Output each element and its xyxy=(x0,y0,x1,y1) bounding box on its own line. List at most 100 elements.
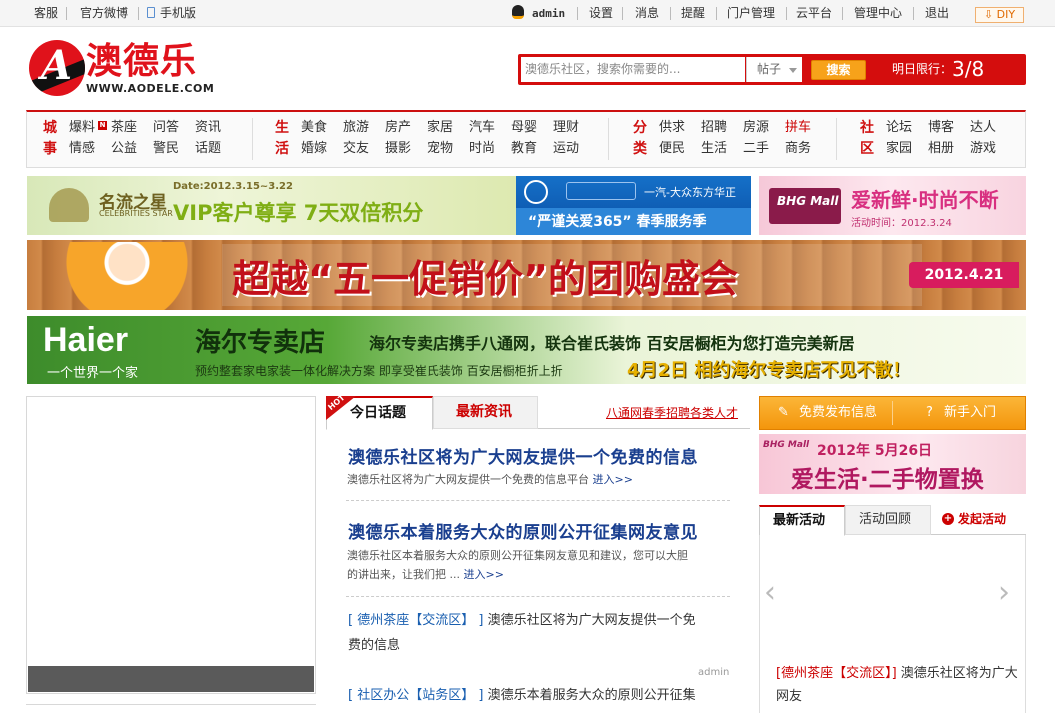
nav-link-pinche[interactable]: 拼车 xyxy=(785,118,811,138)
nav-link-daren[interactable]: 达人 xyxy=(970,118,996,138)
link-messages[interactable]: 消息 xyxy=(635,0,659,27)
link-settings[interactable]: 设置 xyxy=(589,0,613,27)
tab-latest-activity[interactable]: 最新活动 xyxy=(759,505,845,536)
divider xyxy=(622,7,623,20)
nav-link-chazuo[interactable]: 茶座 xyxy=(111,118,137,138)
list-item[interactable]: [ 社区办公【站务区】 ] 澳德乐本着服务大众的原则公开征集 xyxy=(348,683,730,708)
download-arrow-icon: ⇩ xyxy=(983,8,994,21)
search-type-select[interactable]: 帖子 xyxy=(746,57,802,82)
nav-link-shenghuo[interactable]: 生活 xyxy=(701,139,727,159)
phone-icon xyxy=(147,0,157,27)
nav-group-title: 社 xyxy=(860,120,874,136)
model-image xyxy=(57,242,197,310)
banner-vw-service[interactable]: 一汽-大众东方华正 “严谨关爱365” 春季服务季 xyxy=(516,176,751,235)
left-bottom-box xyxy=(26,704,316,713)
nav-group-title: 类 xyxy=(633,141,647,157)
divider xyxy=(786,7,787,20)
nav-link-huati[interactable]: 话题 xyxy=(195,139,221,159)
divider xyxy=(608,118,609,160)
link-mobile[interactable]: 手机版 xyxy=(160,0,196,27)
logo-icon[interactable]: A xyxy=(29,40,85,96)
nav-link-fangchan[interactable]: 房产 xyxy=(385,118,411,138)
nav-link-jiayuan[interactable]: 家园 xyxy=(886,139,912,159)
publish-button[interactable]: 免费发布信息 xyxy=(799,396,877,430)
headline-summary: 澳德乐社区本着服务大众的原则公开征集网友意见和建议，您可以大胆 xyxy=(347,549,688,562)
headline-title[interactable]: 澳德乐社区将为广大网友提供一个免费的信息 xyxy=(348,443,698,468)
divider xyxy=(836,118,837,160)
link-admin-center[interactable]: 管理中心 xyxy=(854,0,902,27)
vw-logo-icon xyxy=(524,180,548,204)
nav-link-shangwu[interactable]: 商务 xyxy=(785,139,811,159)
nav-link-fangyuan[interactable]: 房源 xyxy=(743,118,769,138)
nav-link-lvyou[interactable]: 旅游 xyxy=(343,118,369,138)
nav-link-jiaju[interactable]: 家居 xyxy=(427,118,453,138)
banner-group-buy[interactable]: 超越“五一促销价”的团购盛会 2012.4.21 xyxy=(27,240,1026,310)
divider xyxy=(577,7,578,20)
logo-url: WWW.AODELE.COM xyxy=(86,82,215,95)
nav-link-youxi[interactable]: 游戏 xyxy=(970,139,996,159)
nav-link-xiangce[interactable]: 相册 xyxy=(928,139,954,159)
divider xyxy=(842,7,843,20)
nav-link-ershou[interactable]: 二手 xyxy=(743,139,769,159)
tab-activity-review[interactable]: 活动回顾 xyxy=(845,505,931,535)
link-weibo[interactable]: 官方微博 xyxy=(80,0,128,27)
divider xyxy=(138,7,139,20)
nav-link-qinggan[interactable]: 情感 xyxy=(69,139,95,159)
nav-link-hunjia[interactable]: 婚嫁 xyxy=(301,139,327,159)
nav-link-qiche[interactable]: 汽车 xyxy=(469,118,495,138)
banner-celebrities-star[interactable]: 名流之星 CELEBRITIES STAR Date:2012.3.15~3.2… xyxy=(27,176,517,235)
nav-link-gongqiu[interactable]: 供求 xyxy=(659,118,685,138)
traffic-limit-label: 明日限行： xyxy=(892,62,953,76)
nav-link-jiaoyou[interactable]: 交友 xyxy=(343,139,369,159)
start-activity-button[interactable]: 发起活动 xyxy=(958,505,1006,533)
nav-link-zhaopin[interactable]: 招聘 xyxy=(701,118,727,138)
link-cloud[interactable]: 云平台 xyxy=(796,0,832,27)
recruit-link[interactable]: 八通网春季招聘各类人才 xyxy=(606,404,738,421)
nav-link-muying[interactable]: 母婴 xyxy=(511,118,537,138)
divider xyxy=(252,118,253,160)
pencil-icon: ✎ xyxy=(778,405,789,420)
search-input[interactable]: 澳德乐社区，搜索你需要的... xyxy=(521,57,745,82)
chevron-right-icon[interactable]: › xyxy=(998,575,1010,610)
nav-link-bianmin[interactable]: 便民 xyxy=(659,139,685,159)
nav-link-meishi[interactable]: 美食 xyxy=(301,118,327,138)
nav-link-licai[interactable]: 理财 xyxy=(553,118,579,138)
divider xyxy=(346,596,730,597)
nav-link-jiaoyu[interactable]: 教育 xyxy=(511,139,537,159)
nav-link-shishang[interactable]: 时尚 xyxy=(469,139,495,159)
activity-item[interactable]: [德州茶座【交流区】] 澳德乐社区将为广大网友 xyxy=(776,662,1021,708)
nav-link-wenda[interactable]: 问答 xyxy=(153,118,179,138)
link-portal-admin[interactable]: 门户管理 xyxy=(727,0,775,27)
banner-bhg-mall[interactable]: BHG Mall 爱新鲜·时尚不断 活动时间：2012.3.24 xyxy=(759,176,1026,235)
list-item[interactable]: [ 德州茶座【交流区】 ] 澳德乐社区将为广大网友提供一个免 费的信息 xyxy=(348,608,730,658)
help-button[interactable]: 新手入门 xyxy=(944,396,996,430)
headline-title[interactable]: 澳德乐本着服务大众的原则公开征集网友意见 xyxy=(348,518,698,543)
nav-link-boke[interactable]: 博客 xyxy=(928,118,954,138)
side-banner-bhg[interactable]: BHG Mall 2012年 5月26日 爱生活·二手物置换 xyxy=(759,434,1026,494)
banner-haier[interactable]: Haier 一个世界一个家 海尔专卖店 海尔专卖店携手八通网，联合崔氏装饰 百安… xyxy=(27,316,1026,384)
nav-link-yundong[interactable]: 运动 xyxy=(553,139,579,159)
more-link[interactable]: 进入>> xyxy=(464,568,504,581)
nav-link-baoliao[interactable]: 爆料 xyxy=(69,118,95,138)
link-service[interactable]: 客服 xyxy=(34,0,58,27)
link-reminders[interactable]: 提醒 xyxy=(681,0,705,27)
nav-link-zixun[interactable]: 资讯 xyxy=(195,118,221,138)
search-button[interactable]: 搜索 xyxy=(811,60,866,80)
nav-link-sheying[interactable]: 摄影 xyxy=(385,139,411,159)
nav-link-chongwu[interactable]: 宠物 xyxy=(427,139,453,159)
help-icon: ? xyxy=(926,405,933,420)
nav-link-gongyi[interactable]: 公益 xyxy=(111,139,137,159)
crest-icon xyxy=(49,188,89,222)
nav-link-jingmin[interactable]: 警民 xyxy=(153,139,179,159)
nav-group-title: 活 xyxy=(275,141,289,157)
link-logout[interactable]: 退出 xyxy=(925,0,949,27)
slideshow-panel[interactable] xyxy=(26,396,316,694)
more-link[interactable]: 进入>> xyxy=(593,473,633,486)
logo-text[interactable]: 澳德乐 xyxy=(86,40,197,84)
tab-latest-news[interactable]: 最新资讯 xyxy=(433,396,538,429)
divider xyxy=(66,7,67,20)
diy-button[interactable]: ⇩ DIY xyxy=(975,7,1024,23)
chevron-left-icon[interactable]: ‹ xyxy=(764,575,776,610)
nav-link-luntan[interactable]: 论坛 xyxy=(886,118,912,138)
user-name[interactable]: admin xyxy=(532,0,565,27)
